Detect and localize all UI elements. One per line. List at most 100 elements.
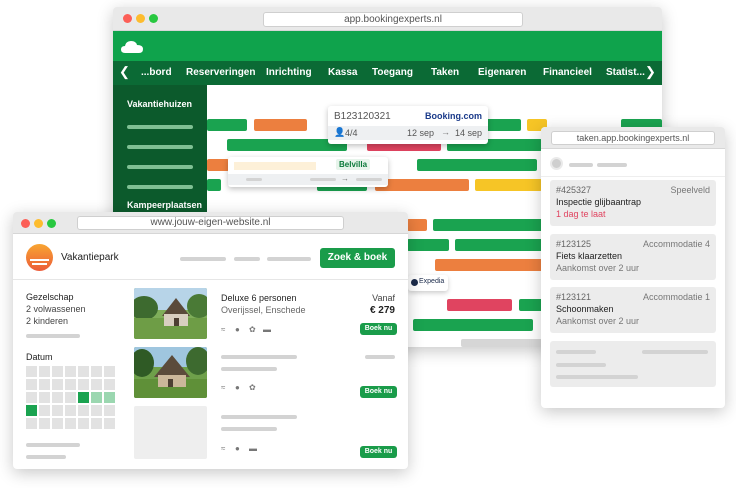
calendar-day[interactable] [39, 418, 50, 429]
booking-bar[interactable] [407, 219, 427, 231]
booking-bar[interactable] [375, 179, 469, 191]
booking-bar[interactable] [254, 119, 307, 131]
calendar-day[interactable] [91, 418, 102, 429]
booking-bar[interactable] [413, 319, 533, 331]
booking-bar[interactable] [417, 159, 537, 171]
calendar-day[interactable] [26, 392, 37, 403]
sidebar-row[interactable] [127, 125, 193, 129]
nav-item-statistieken[interactable]: Statist... [606, 61, 645, 85]
calendar-day-selected[interactable] [26, 405, 37, 416]
listing-name[interactable]: Deluxe 6 personen [221, 293, 297, 303]
adults-value[interactable]: 2 volwassenen [26, 304, 86, 314]
maximize-dot[interactable] [149, 14, 158, 23]
calendar-day[interactable] [104, 418, 115, 429]
calendar-day[interactable] [104, 366, 115, 377]
calendar-day[interactable] [78, 418, 89, 429]
booking-bar[interactable] [475, 179, 542, 191]
tasks-url-bar[interactable]: taken.app.bookingexperts.nl [551, 131, 715, 145]
calendar-day[interactable] [52, 379, 63, 390]
task-card[interactable]: #425327 Speelveld Inspectie glijbaantrap… [550, 180, 716, 226]
task-card[interactable] [550, 341, 716, 387]
search-book-button[interactable]: Zoek & boek [320, 248, 395, 268]
sidebar-section-kampeerplaatsen[interactable]: Kampeerplaatsen [127, 200, 202, 210]
menu-placeholder[interactable] [267, 257, 311, 261]
nav-item-financieel[interactable]: Financieel [543, 61, 592, 85]
calendar-day[interactable] [65, 379, 76, 390]
booking-bar[interactable] [435, 259, 545, 271]
book-now-button[interactable]: Boek nu [360, 446, 397, 458]
booking-bar[interactable] [433, 219, 543, 231]
calendar-day[interactable] [39, 379, 50, 390]
placeholder-line [26, 455, 66, 459]
children-value[interactable]: 2 kinderen [26, 316, 68, 326]
booking-channel-logo: Booking.com [424, 111, 482, 121]
calendar-day[interactable] [91, 405, 102, 416]
bed-icon: ▬ [249, 444, 257, 453]
brand-name[interactable]: Vakantiepark [61, 252, 119, 263]
calendar-day[interactable] [26, 379, 37, 390]
nav-item-reserveringen[interactable]: Reserveringen [186, 61, 255, 85]
nav-item-kassa[interactable]: Kassa [328, 61, 357, 85]
calendar-day-range[interactable] [91, 392, 102, 403]
nav-next-icon[interactable]: ❯ [645, 65, 656, 79]
nav-item-eigenaren[interactable]: Eigenaren [478, 61, 526, 85]
book-now-button[interactable]: Boek nu [360, 386, 397, 398]
menu-placeholder[interactable] [234, 257, 260, 261]
calendar-day[interactable] [91, 379, 102, 390]
calendar-day[interactable] [39, 366, 50, 377]
calendar-day[interactable] [78, 379, 89, 390]
date-calendar[interactable] [26, 366, 120, 436]
maximize-dot[interactable] [47, 219, 56, 228]
calendar-day[interactable] [91, 366, 102, 377]
nav-item-taken[interactable]: Taken [431, 61, 459, 85]
sidebar-row[interactable] [127, 145, 193, 149]
calendar-day[interactable] [104, 379, 115, 390]
calendar-day[interactable] [26, 366, 37, 377]
calendar-day-range[interactable] [104, 392, 115, 403]
close-dot[interactable] [123, 14, 132, 23]
website-url-bar[interactable]: www.jouw-eigen-website.nl [77, 216, 344, 230]
planner-url-bar[interactable]: app.bookingexperts.nl [263, 12, 523, 27]
nav-prev-icon[interactable]: ❮ [119, 65, 130, 79]
sidebar-section-vakantiehuizen[interactable]: Vakantiehuizen [127, 99, 192, 109]
task-card[interactable]: #123125 Accommodatie 4 Fiets klaarzetten… [550, 234, 716, 280]
nav-item-dashboard[interactable]: ...bord [141, 61, 172, 85]
booking-bar[interactable] [455, 239, 545, 251]
booking-bar[interactable] [207, 119, 247, 131]
calendar-day[interactable] [104, 405, 115, 416]
calendar-day[interactable] [52, 418, 63, 429]
calendar-day[interactable] [52, 392, 63, 403]
calendar-day[interactable] [78, 405, 89, 416]
calendar-day[interactable] [52, 405, 63, 416]
booking-bar[interactable] [407, 239, 449, 251]
calendar-day-selected[interactable] [78, 392, 89, 403]
task-card[interactable]: #123121 Accommodatie 1 Schoonmaken Aanko… [550, 287, 716, 333]
calendar-day[interactable] [65, 405, 76, 416]
calendar-day[interactable] [65, 366, 76, 377]
book-now-button[interactable]: Boek nu [360, 323, 397, 335]
avatar[interactable] [550, 157, 563, 170]
calendar-day[interactable] [65, 418, 76, 429]
nav-item-inrichting[interactable]: Inrichting [266, 61, 312, 85]
listing-photo[interactable] [134, 347, 207, 398]
minimize-dot[interactable] [136, 14, 145, 23]
listing-price: € 279 [369, 305, 395, 316]
calendar-day[interactable] [78, 366, 89, 377]
booking-bar[interactable] [207, 179, 221, 191]
listing-photo[interactable] [134, 288, 207, 339]
sidebar-row[interactable] [127, 165, 193, 169]
calendar-day[interactable] [52, 366, 63, 377]
booking-bar[interactable] [461, 339, 547, 347]
menu-placeholder[interactable] [180, 257, 226, 261]
calendar-day[interactable] [65, 392, 76, 403]
booking-bar[interactable] [447, 299, 512, 311]
close-dot[interactable] [21, 219, 30, 228]
sidebar-row[interactable] [127, 185, 193, 189]
calendar-day[interactable] [39, 392, 50, 403]
booking-bar[interactable] [207, 159, 229, 171]
calendar-day[interactable] [26, 418, 37, 429]
calendar-day[interactable] [39, 405, 50, 416]
listing-photo-placeholder[interactable] [134, 406, 207, 459]
nav-item-toegang[interactable]: Toegang [372, 61, 413, 85]
minimize-dot[interactable] [34, 219, 43, 228]
